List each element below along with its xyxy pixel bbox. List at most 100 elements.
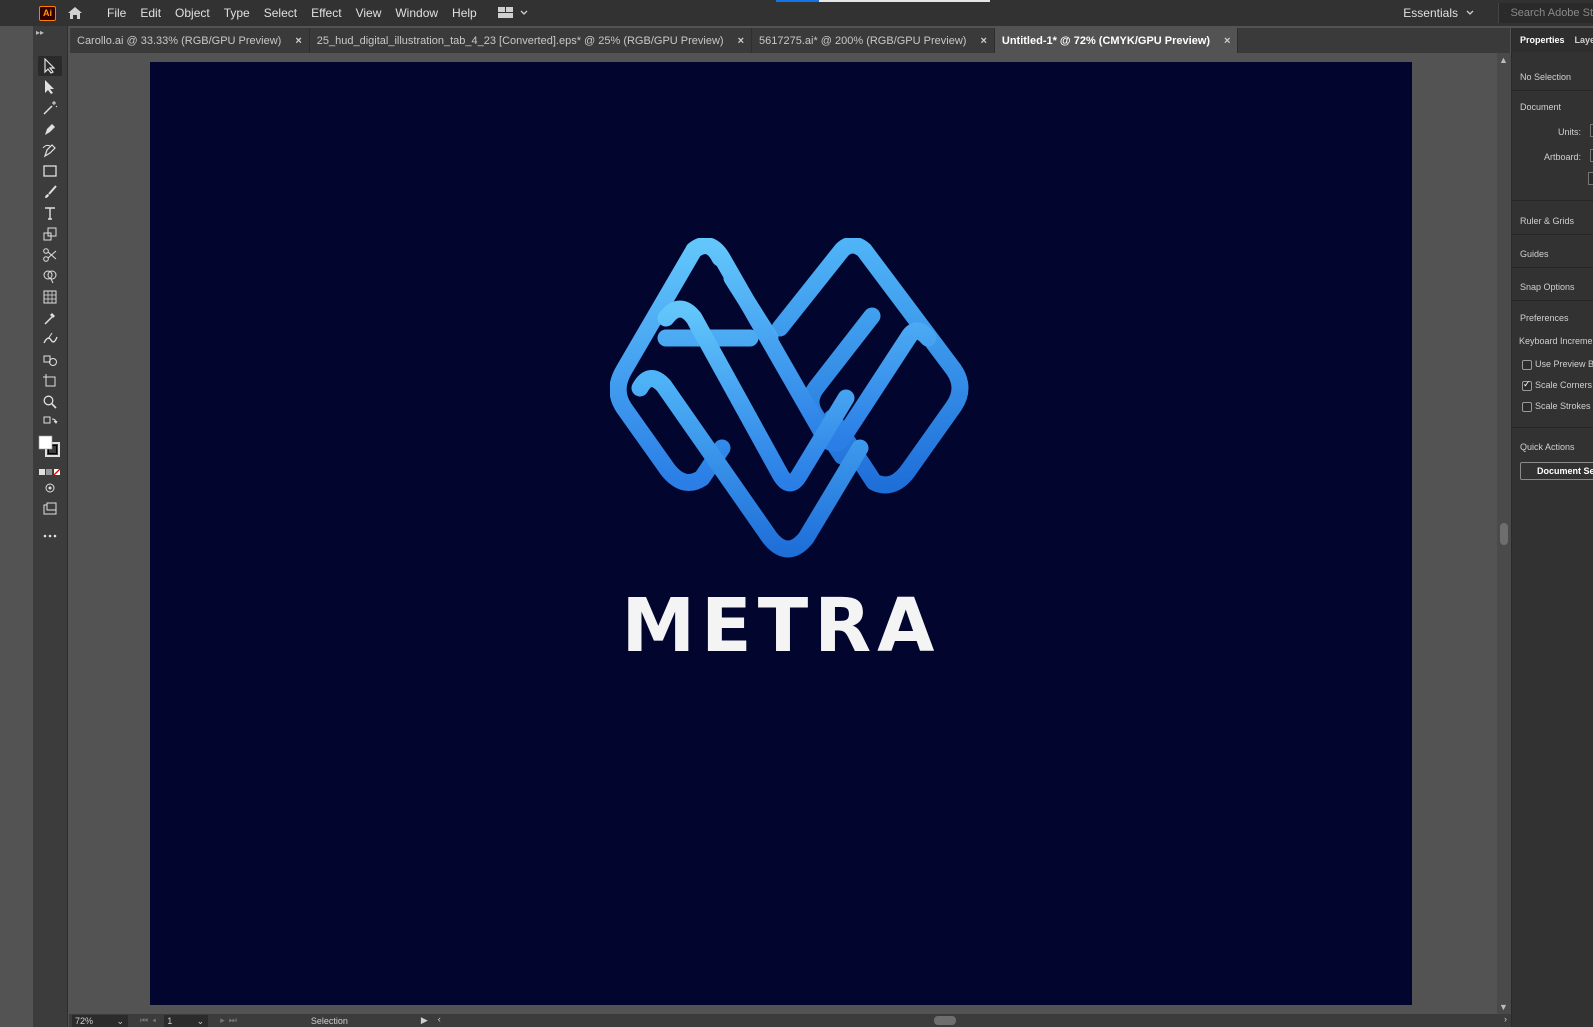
menu-items: File Edit Object Type Select Effect View… <box>100 0 484 26</box>
collapse-toolbar-icon[interactable]: ▸▸ <box>36 28 44 37</box>
tab-properties[interactable]: Properties <box>1520 35 1565 45</box>
properties-panel: Properties Layers No Selection Document … <box>1511 28 1593 1027</box>
metra-wordmark: METRA <box>621 583 941 669</box>
illustrator-logo-icon: Ai <box>39 5 56 21</box>
scroll-up-icon[interactable]: ▲ <box>1499 55 1508 65</box>
menu-object[interactable]: Object <box>168 0 217 26</box>
scale-corners-checkbox[interactable]: Scale Corners <box>1522 379 1592 391</box>
tab-hud-illustration[interactable]: 25_hud_digital_illustration_tab_4_23 [Co… <box>310 28 752 53</box>
tab-layers[interactable]: Layers <box>1575 35 1593 45</box>
menu-view[interactable]: View <box>349 0 389 26</box>
search-input[interactable]: Search Adobe St <box>1498 3 1593 23</box>
search-icon <box>1505 12 1507 14</box>
panel-tabs: Properties Layers <box>1512 28 1593 52</box>
scroll-left-icon[interactable]: ‹ <box>438 1014 441 1024</box>
direct-selection-tool-icon[interactable] <box>38 77 62 97</box>
close-icon[interactable]: × <box>295 35 301 47</box>
tools-panel: ▸▸ <box>33 26 68 1027</box>
section-quick-actions: Quick Actions <box>1520 442 1575 452</box>
canvas-area[interactable]: METRA ▲ ▼ <box>69 53 1511 1014</box>
puppet-warp-tool-icon[interactable] <box>38 329 62 349</box>
horizontal-scrollbar[interactable]: ‹ › <box>434 1014 1511 1027</box>
rectangle-tool-icon[interactable] <box>38 161 62 181</box>
scissors-tool-icon[interactable] <box>38 245 62 265</box>
tab-carollo[interactable]: Carollo.ai @ 33.33% (RGB/GPU Preview) × <box>70 28 310 53</box>
document-setup-button[interactable]: Document Setup <box>1520 462 1593 480</box>
divider <box>1512 234 1593 235</box>
vertical-scrollbar[interactable]: ▲ ▼ <box>1497 53 1511 1014</box>
tab-label: 25_hud_digital_illustration_tab_4_23 [Co… <box>316 34 724 47</box>
status-menu-arrow-icon[interactable]: ▶ <box>421 1015 428 1026</box>
tab-label: Carollo.ai @ 33.33% (RGB/GPU Preview) <box>77 34 282 47</box>
draw-mode-icon[interactable] <box>38 478 62 498</box>
close-icon[interactable]: × <box>738 35 744 47</box>
divider <box>1512 300 1593 301</box>
shape-builder-tool-icon[interactable] <box>38 266 62 286</box>
workspace-switcher[interactable]: Essentials <box>1403 0 1474 26</box>
scale-strokes-checkbox[interactable]: Scale Strokes & Effects <box>1522 401 1593 412</box>
divider <box>1512 427 1593 428</box>
menu-type[interactable]: Type <box>217 0 257 26</box>
curvature-tool-icon[interactable] <box>38 140 62 160</box>
zoom-level-field[interactable]: 72% ⌄ <box>72 1014 128 1027</box>
artboard[interactable]: METRA <box>150 62 1412 1005</box>
symbol-sprayer-tool-icon[interactable] <box>38 350 62 370</box>
checkbox-icon[interactable] <box>1522 359 1532 370</box>
paintbrush-tool-icon[interactable] <box>38 182 62 202</box>
artboard-tool-icon[interactable] <box>38 371 62 391</box>
arrange-documents-button[interactable] <box>497 7 528 19</box>
divider <box>1512 90 1593 91</box>
more-tools-icon[interactable] <box>38 526 62 546</box>
screen-mode-icon[interactable] <box>38 499 62 519</box>
close-icon[interactable]: × <box>1224 35 1230 47</box>
home-icon[interactable] <box>66 4 84 22</box>
checkbox-checked-icon[interactable] <box>1522 379 1532 391</box>
close-icon[interactable]: × <box>980 35 986 47</box>
chevron-down-icon[interactable]: ⌄ <box>116 1015 124 1027</box>
workspace-label: Essentials <box>1403 6 1458 20</box>
checkbox-icon[interactable] <box>1522 401 1532 412</box>
edit-artboards-button[interactable] <box>1588 172 1593 185</box>
left-gutter <box>0 26 33 1027</box>
menu-window[interactable]: Window <box>388 0 445 26</box>
menu-file[interactable]: File <box>100 0 133 26</box>
scale-tool-icon[interactable] <box>38 224 62 244</box>
perspective-grid-tool-icon[interactable] <box>38 287 62 307</box>
section-ruler-grids[interactable]: Ruler & Grids <box>1520 216 1574 226</box>
chevron-down-icon[interactable]: ⌄ <box>197 1015 205 1027</box>
fill-stroke-swatch-icon[interactable] <box>38 434 62 460</box>
menu-select[interactable]: Select <box>257 0 304 26</box>
selection-tool-icon[interactable] <box>38 56 62 76</box>
eyedropper-tool-icon[interactable] <box>38 308 62 328</box>
zoom-tool-icon[interactable] <box>38 392 62 412</box>
use-preview-bounds-checkbox[interactable]: Use Preview Bounds <box>1522 359 1593 370</box>
section-snap-options[interactable]: Snap Options <box>1520 282 1575 292</box>
scroll-down-icon[interactable]: ▼ <box>1499 1002 1508 1012</box>
search-placeholder: Search Adobe St <box>1510 7 1593 19</box>
artboard-number-field[interactable]: 1 ⌄ <box>164 1014 209 1027</box>
artboard-number: 1 <box>167 1015 173 1026</box>
section-preferences: Preferences <box>1520 313 1569 323</box>
menu-edit[interactable]: Edit <box>133 0 168 26</box>
tab-label: 5617275.ai* @ 200% (RGB/GPU Preview) <box>759 34 967 47</box>
divider <box>1512 200 1593 201</box>
tab-label: Untitled-1* @ 72% (CMYK/GPU Preview) <box>1001 34 1211 47</box>
tab-5617275[interactable]: 5617275.ai* @ 200% (RGB/GPU Preview) × <box>752 28 995 53</box>
pen-tool-icon[interactable] <box>38 119 62 139</box>
zoom-value: 72% <box>75 1015 94 1026</box>
section-guides[interactable]: Guides <box>1520 249 1549 259</box>
horizontal-scroll-thumb[interactable] <box>933 1016 956 1025</box>
type-tool-icon[interactable] <box>38 203 62 223</box>
menu-effect[interactable]: Effect <box>304 0 348 26</box>
menu-help[interactable]: Help <box>445 0 484 26</box>
units-label: Units: <box>1558 127 1582 137</box>
magic-wand-tool-icon[interactable] <box>38 98 62 118</box>
status-mode-label[interactable]: Selection <box>311 1016 421 1026</box>
artboard-next-icons[interactable]: ▸⏭ <box>220 1015 241 1026</box>
use-preview-bounds-label: Use Preview Bounds <box>1535 359 1593 369</box>
tab-untitled-1[interactable]: Untitled-1* @ 72% (CMYK/GPU Preview) × <box>994 28 1239 53</box>
vertical-scroll-thumb[interactable] <box>1500 523 1508 545</box>
scroll-right-icon[interactable]: › <box>1504 1014 1507 1024</box>
swap-fill-stroke-icon[interactable] <box>38 413 62 433</box>
artboard-prev-icons[interactable]: ⏮◂ <box>140 1015 160 1026</box>
